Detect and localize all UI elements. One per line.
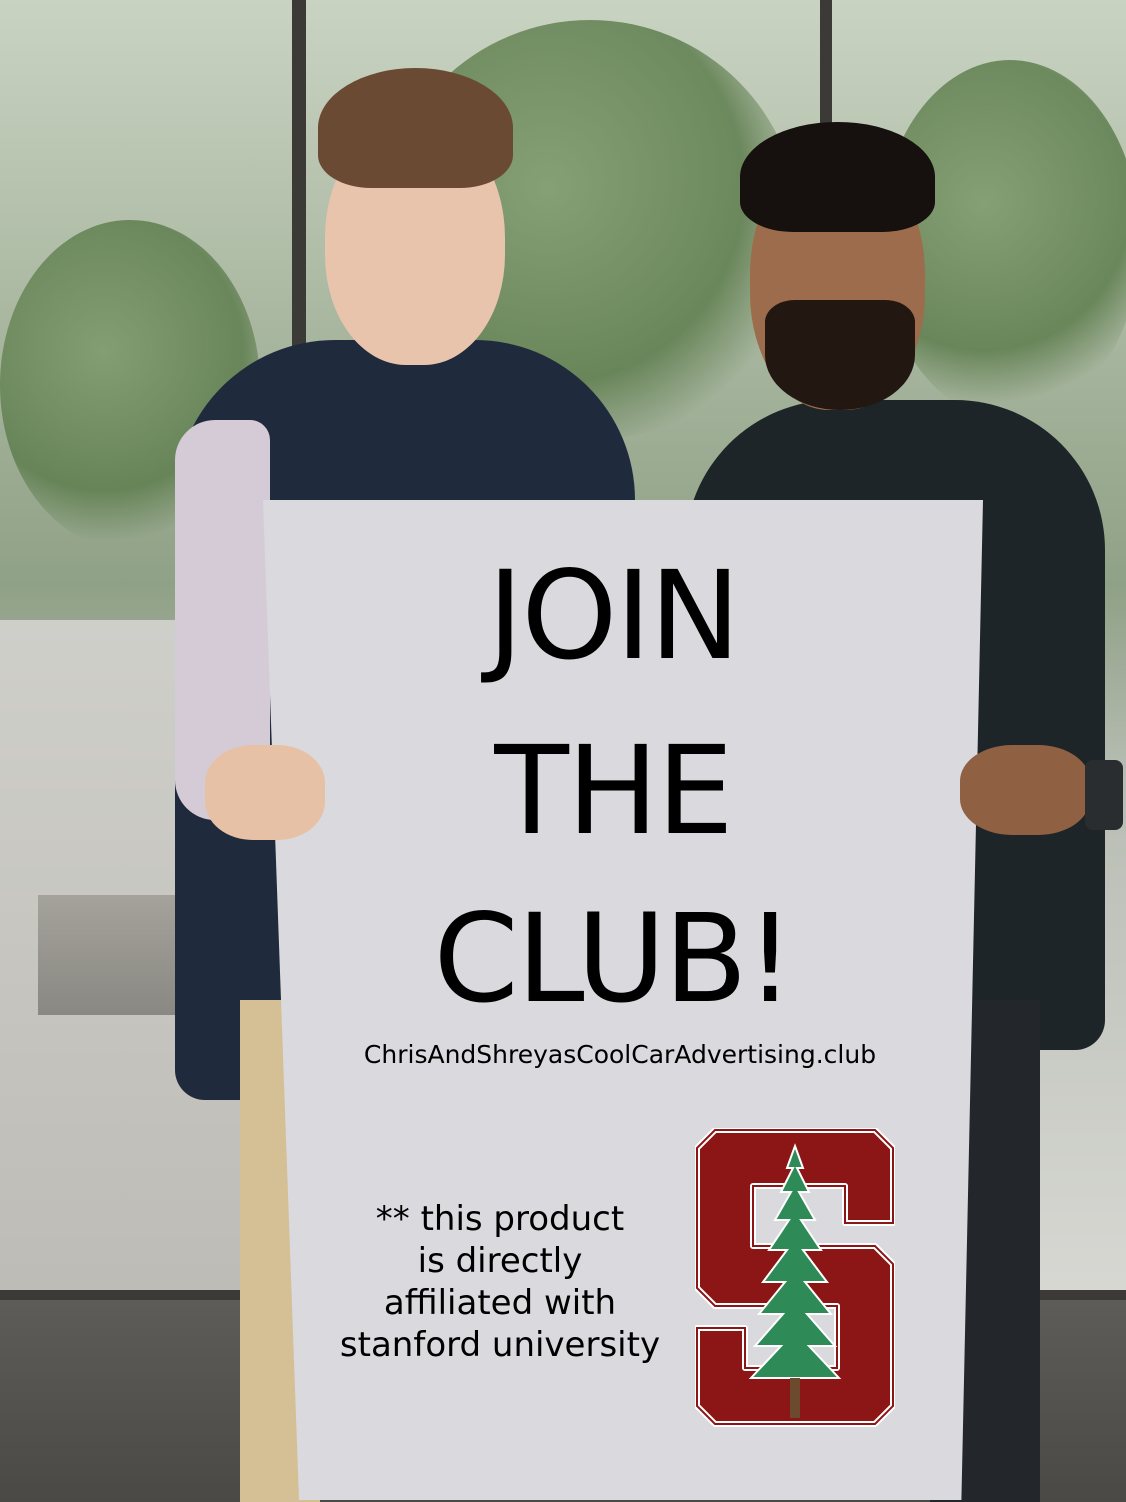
person-left-hair [318,68,513,188]
person-right-beard [765,300,915,410]
disclaimer-text: ** this product is directly affiliated w… [310,1198,690,1367]
disclaimer-line: affiliated with [383,1283,617,1324]
wristwatch [1085,760,1123,830]
club-url: ChrisAndShreyasCoolCarAdvertising.club [363,1040,877,1069]
disclaimer-line: is directly [417,1241,583,1282]
disclaimer-line: stanford university [339,1325,661,1366]
tree-trunk [790,1378,800,1418]
person-right-hair [740,122,935,232]
sign-title-line: THE [494,720,733,862]
disclaimer-line: ** this product [375,1199,625,1239]
stanford-s-tree-logo-icon [695,1128,895,1427]
sign-title-line: JOIN [487,545,740,687]
person-right-hand [960,745,1090,835]
sign-title-line: CLUB! [433,888,795,1030]
